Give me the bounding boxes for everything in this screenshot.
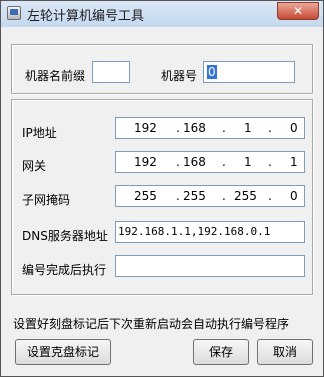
ip-octet-1: 192 [134, 121, 157, 135]
mask-octet-1: 255 [134, 189, 157, 203]
prefix-input[interactable] [92, 61, 130, 83]
after-run-input[interactable] [115, 255, 305, 277]
gateway-octet-2: 168 [183, 155, 206, 169]
ip-dot-2: . [222, 121, 226, 135]
gateway-label: 网关 [22, 159, 47, 173]
mask-dot-1: . [176, 189, 180, 203]
ip-address-field[interactable]: 192 . 168 . 1 . 0 [115, 117, 305, 139]
gateway-field[interactable]: 192 . 168 . 1 . 1 [115, 151, 305, 173]
ip-label: IP地址 [22, 126, 57, 140]
set-mark-button[interactable]: 设置克盘标记 [15, 339, 111, 365]
number-value: 0 [207, 65, 217, 79]
client-area: 机器名前缀 机器号 0 IP地址 192 . 168 . 1 . 0 网关 19… [5, 31, 319, 373]
gateway-octet-4: 1 [290, 155, 298, 169]
ip-octet-3: 1 [244, 121, 252, 135]
dns-input[interactable]: 192.168.1.1,192.168.0.1 [115, 221, 305, 243]
close-button[interactable]: ✕ [277, 2, 319, 20]
number-label: 机器号 [161, 69, 198, 83]
gateway-octet-1: 192 [134, 155, 157, 169]
prefix-label: 机器名前缀 [25, 69, 86, 83]
window-title: 左轮计算机编号工具 [27, 9, 145, 24]
dns-value: 192.168.1.1,192.168.0.1 [118, 225, 271, 238]
ip-octet-2: 168 [183, 121, 206, 135]
mask-dot-3: . [268, 189, 272, 203]
app-icon [7, 6, 21, 20]
main-window: 左轮计算机编号工具 ✕ 机器名前缀 机器号 0 IP地址 192 . 168 .… [0, 0, 324, 377]
gateway-dot-2: . [222, 155, 226, 169]
dns-label: DNS服务器地址 [22, 229, 108, 243]
subnet-mask-field[interactable]: 255 . 255 . 255 . 0 [115, 185, 305, 207]
cancel-button[interactable]: 取消 [257, 339, 313, 365]
number-input[interactable]: 0 [203, 61, 295, 83]
mask-octet-4: 0 [290, 189, 298, 203]
gateway-octet-3: 1 [244, 155, 252, 169]
save-button[interactable]: 保存 [193, 339, 249, 365]
ip-dot-1: . [176, 121, 180, 135]
gateway-dot-3: . [268, 155, 272, 169]
mask-octet-2: 255 [183, 189, 206, 203]
notice-text: 设置好刻盘标记后下次重新启动会自动执行编号程序 [13, 317, 290, 331]
gateway-dot-1: . [176, 155, 180, 169]
mask-octet-3: 255 [234, 189, 257, 203]
title-bar[interactable]: 左轮计算机编号工具 ✕ [1, 1, 323, 27]
mask-dot-2: . [222, 189, 226, 203]
mask-label: 子网掩码 [22, 193, 71, 207]
after-run-label: 编号完成后执行 [22, 263, 107, 277]
ip-octet-4: 0 [290, 121, 298, 135]
ip-dot-3: . [268, 121, 272, 135]
